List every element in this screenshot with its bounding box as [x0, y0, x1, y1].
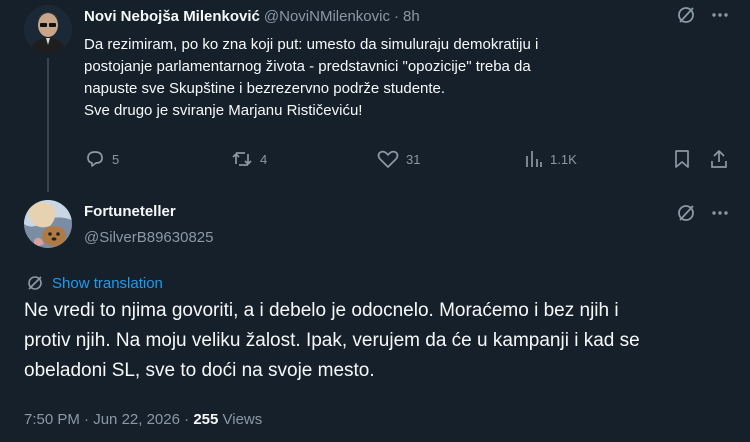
author-handle[interactable]: @SilverB89630825 — [84, 229, 213, 246]
author-handle[interactable]: @NoviNMilenkovic — [264, 8, 390, 25]
show-translation-label: Show translation — [52, 274, 163, 292]
tweet-text-line: protiv njih. Na moju veliku žalost. Ipak… — [24, 330, 640, 351]
reply-count: 5 — [112, 151, 120, 167]
repost-count: 4 — [260, 151, 268, 167]
like-button[interactable]: 31 — [376, 148, 420, 170]
parent-tweet: Novi Nebojša Milenković @NoviNMilenkovic… — [0, 0, 750, 192]
more-icon[interactable] — [710, 5, 730, 25]
separator-dot: · — [184, 411, 190, 428]
repost-button[interactable]: 4 — [230, 148, 267, 170]
tweet-text-line: napuste sve Skupštine i bezrezervno podr… — [84, 80, 446, 97]
reply-icon — [84, 148, 106, 170]
avatar[interactable] — [24, 200, 72, 248]
reply-button[interactable]: 5 — [84, 148, 119, 170]
like-icon — [376, 148, 400, 170]
tweet-text-line: obeladoni SL, sve to doći na svoje mesto… — [24, 360, 375, 381]
tweet-time[interactable]: 7:50 PM — [24, 411, 80, 428]
tweet-text-line: Ne vredi to njima govoriti, a i debelo j… — [24, 300, 619, 321]
more-icon[interactable] — [710, 203, 730, 223]
like-count: 31 — [406, 151, 421, 167]
tweet-text: Ne vredi to njima govoriti, a i debelo j… — [24, 296, 730, 386]
action-bar: 5 4 31 1.1K — [84, 148, 730, 172]
tweet-date[interactable]: Jun 22, 2026 — [93, 411, 180, 428]
share-button[interactable] — [708, 148, 730, 170]
views-button[interactable]: 1.1K — [524, 148, 577, 170]
views-count: 1.1K — [550, 151, 577, 167]
grok-icon[interactable] — [676, 203, 696, 223]
tweet-text: Da rezimiram, po ko zna koji put: umesto… — [84, 34, 724, 122]
views-icon — [524, 148, 544, 170]
views-count: 255 — [193, 411, 219, 428]
author-name[interactable]: Novi Nebojša Milenković — [84, 8, 260, 25]
author-name[interactable]: Fortuneteller — [84, 203, 176, 220]
repost-icon — [230, 148, 254, 170]
thread-line — [47, 58, 49, 192]
separator-dot: · — [393, 7, 399, 25]
bookmark-button[interactable] — [672, 148, 692, 170]
share-icon — [708, 148, 730, 170]
bookmark-icon — [672, 148, 692, 170]
tweet-header: Novi Nebojša Milenković @NoviNMilenkovic… — [84, 6, 420, 26]
tweet-text-line: Sve drugo je sviranje Marjanu Rističević… — [84, 102, 363, 119]
avatar[interactable] — [24, 5, 72, 53]
show-translation-link[interactable]: Show translation — [26, 274, 163, 292]
tweet-text-line: Da rezimiram, po ko zna koji put: umesto… — [84, 36, 539, 53]
translate-icon — [26, 274, 44, 292]
tweet-top-icons — [676, 5, 730, 25]
tweet-text-line: postojanje parlamentarnog života - preds… — [84, 58, 531, 75]
grok-icon[interactable] — [676, 5, 696, 25]
views-label: Views — [222, 411, 263, 428]
tweet-time[interactable]: 8h — [403, 8, 420, 25]
separator-dot: · — [84, 411, 90, 428]
tweet-meta: 7:50 PM · Jun 22, 2026 · 255 Views — [24, 411, 262, 428]
tweet-top-icons — [676, 203, 730, 223]
